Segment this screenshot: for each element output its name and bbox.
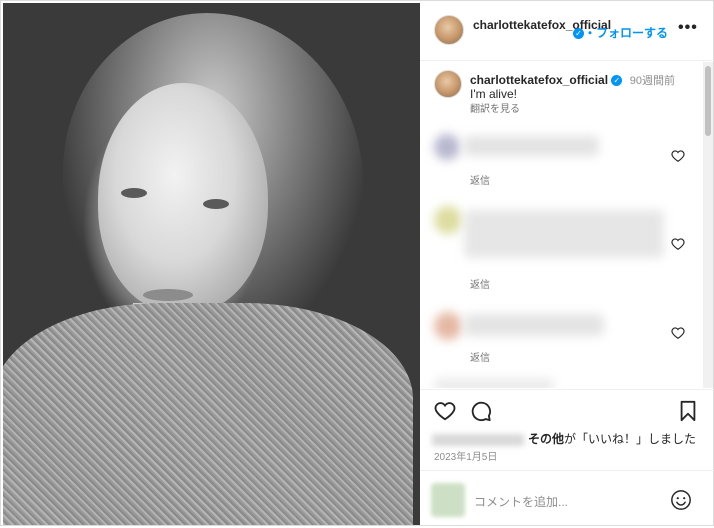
post-header: charlottekatefox_official ✓ ・フォローする ••• [420, 1, 714, 61]
comment-like-heart-icon[interactable] [671, 326, 685, 340]
comment-text [464, 314, 604, 336]
post-actions: その他が「いいね！」しました 2023年1月5日 コメントを追加... [420, 389, 714, 527]
comment-bubble-icon[interactable] [470, 400, 492, 422]
likes-suffix: が「いいね！」しました [564, 432, 697, 446]
emoji-icon[interactable] [670, 489, 692, 511]
comment-like-heart-icon[interactable] [671, 237, 685, 251]
scrollbar-thumb[interactable] [705, 66, 711, 136]
author-username[interactable]: charlottekatefox_official [473, 18, 611, 32]
photo-face [98, 83, 268, 313]
likes-summary[interactable]: その他が「いいね！」しました [432, 430, 696, 447]
comment-text [434, 378, 554, 388]
translate-link[interactable]: 翻訳を見る [470, 100, 520, 115]
verified-badge-icon: ✓ [611, 75, 623, 87]
comment-avatar[interactable] [434, 134, 460, 160]
caption-header: charlottekatefox_official ✓ 90週間前 [470, 72, 675, 88]
verified-badge-icon: ✓ [573, 28, 584, 40]
comment-text [464, 136, 599, 156]
photo-mouth [143, 289, 193, 301]
comment-like-heart-icon[interactable] [671, 149, 685, 163]
photo-eye-right [203, 199, 229, 209]
comment-reply-link[interactable]: 返信 [470, 276, 490, 291]
follow-label[interactable]: ・フォローする [584, 26, 668, 40]
caption-username[interactable]: charlottekatefox_official [470, 73, 608, 87]
comment-avatar[interactable] [434, 206, 462, 234]
comments-scrollbar[interactable] [703, 62, 713, 388]
like-heart-icon[interactable] [434, 400, 456, 422]
author-avatar[interactable] [434, 15, 464, 45]
comment-text [464, 210, 664, 258]
comments-list[interactable]: charlottekatefox_official ✓ 90週間前 I'm al… [420, 62, 714, 388]
caption-avatar[interactable] [434, 70, 462, 98]
follow-button[interactable]: ✓ ・フォローする [573, 24, 668, 41]
caption-text: I'm alive! [470, 87, 517, 101]
likes-others[interactable]: その他 [528, 432, 564, 446]
post-side-panel: charlottekatefox_official ✓ ・フォローする ••• c… [420, 1, 714, 527]
caption-time[interactable]: 90週間前 [630, 75, 675, 87]
add-comment-input[interactable]: コメントを追加... [474, 493, 568, 510]
comment-reply-link[interactable]: 返信 [470, 349, 490, 364]
post-dialog: charlottekatefox_official ✓ ・フォローする ••• c… [0, 0, 714, 526]
photo-eye-left [121, 188, 147, 198]
more-options-icon[interactable]: ••• [678, 19, 698, 37]
post-date[interactable]: 2023年1月5日 [434, 448, 497, 463]
liker-username[interactable] [432, 433, 524, 446]
save-bookmark-icon[interactable] [678, 400, 698, 422]
add-comment-bar: コメントを追加... [420, 470, 714, 528]
post-photo[interactable] [3, 3, 420, 525]
photo-sweater [3, 303, 413, 525]
current-user-avatar [431, 483, 465, 517]
comment-avatar[interactable] [434, 312, 462, 340]
comment-reply-link[interactable]: 返信 [470, 172, 490, 187]
